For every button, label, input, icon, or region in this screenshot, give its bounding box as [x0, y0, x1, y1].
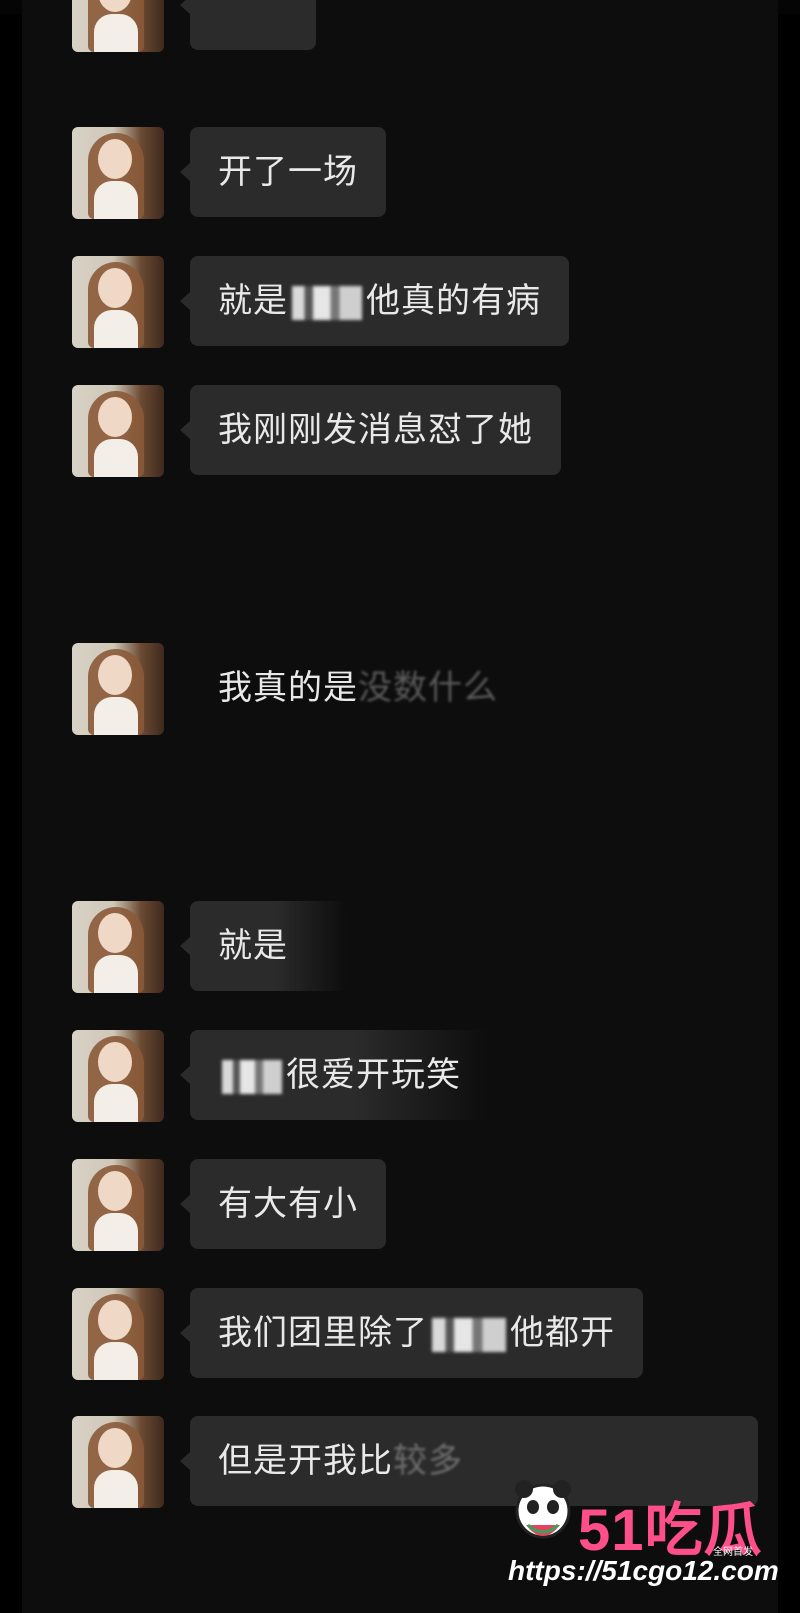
message-text-prefix: 我真的是 — [218, 668, 358, 708]
message-bubble[interactable]: 很爱开玩笑 — [180, 1030, 489, 1120]
message-text-smeared: 较多 — [393, 1441, 463, 1481]
message-text: 很爱开玩笑 — [286, 1055, 461, 1095]
avatar[interactable] — [72, 127, 164, 219]
message-bubble[interactable]: 有大有小 — [180, 1159, 386, 1249]
avatar[interactable] — [72, 1288, 164, 1380]
message-text: 就是 — [218, 926, 288, 966]
message-bubble[interactable]: 开了一场 — [180, 127, 386, 217]
redacted-name — [292, 285, 362, 320]
redacted-name — [222, 1059, 282, 1094]
message-bubble[interactable] — [180, 0, 316, 50]
message-text-prefix: 就是 — [218, 281, 288, 321]
avatar[interactable] — [72, 643, 164, 735]
avatar[interactable] — [72, 0, 164, 52]
message-text: 我刚刚发消息怼了她 — [218, 410, 533, 450]
message-text: 开了一场 — [218, 152, 358, 192]
message-text-smeared: 没数什么 — [358, 668, 498, 708]
avatar[interactable] — [72, 256, 164, 348]
message-bubble[interactable]: 就是 他真的有病 — [180, 256, 569, 346]
message-text-prefix: 我们团里除了 — [218, 1313, 428, 1353]
message-bubble[interactable]: 我真的是没数什么 — [190, 643, 526, 733]
message-bubble[interactable]: 就是 — [180, 901, 346, 991]
avatar[interactable] — [72, 1416, 164, 1508]
avatar[interactable] — [72, 385, 164, 477]
avatar[interactable] — [72, 901, 164, 993]
chat-screen[interactable]: 开了一场 就是 他真的有病 我刚刚发消息怼了她 我真的是没数什么 就是 很爱开玩… — [22, 0, 778, 1613]
redacted-name — [432, 1317, 506, 1352]
message-text-suffix: 他真的有病 — [366, 281, 541, 321]
watermark-url: https://51cgo12.com — [508, 1555, 779, 1586]
message-bubble[interactable]: 我刚刚发消息怼了她 — [180, 385, 561, 475]
site-watermark: 51吃瓜 全网首发 https://51cgo12.com — [508, 1475, 779, 1595]
message-text-prefix: 但是开我比 — [218, 1441, 393, 1481]
message-bubble[interactable]: 我们团里除了 他都开 — [180, 1288, 643, 1378]
panda-mascot-icon — [515, 1480, 571, 1539]
avatar[interactable] — [72, 1030, 164, 1122]
message-text-suffix: 他都开 — [510, 1313, 615, 1353]
avatar[interactable] — [72, 1159, 164, 1251]
message-text: 有大有小 — [218, 1184, 358, 1224]
